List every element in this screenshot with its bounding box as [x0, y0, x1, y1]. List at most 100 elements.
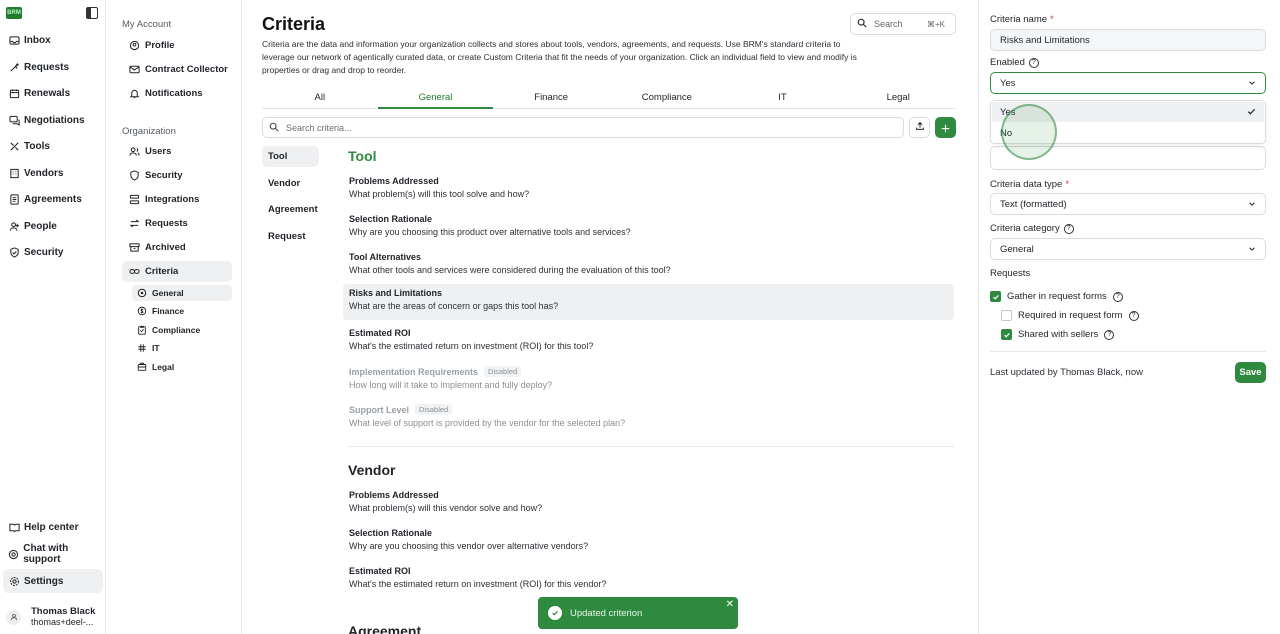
- nav-item-help-center[interactable]: Help center: [3, 515, 103, 539]
- nav-item-negotiations[interactable]: Negotiations: [3, 108, 103, 132]
- settings-item-profile[interactable]: Profile: [122, 35, 232, 56]
- field-value: Yes: [1000, 77, 1016, 89]
- category-vendor[interactable]: Vendor: [262, 173, 319, 194]
- criteria-name-field[interactable]: Risks and Limitations: [990, 29, 1266, 51]
- settings-item-contract-collector[interactable]: Contract Collector: [122, 59, 232, 80]
- tab-general[interactable]: General: [377, 89, 494, 109]
- criterion-row[interactable]: Selection Rationale Why are you choosing…: [343, 524, 954, 560]
- criteria-child-finance[interactable]: Finance: [132, 303, 232, 319]
- tab-it[interactable]: IT: [725, 89, 841, 108]
- shield-icon: [128, 170, 140, 182]
- building-icon: [8, 167, 20, 179]
- criterion-row-disabled[interactable]: Support Level Disabled What level of supp…: [343, 400, 954, 436]
- category-agreement[interactable]: Agreement: [262, 199, 319, 220]
- criterion-row[interactable]: Tool Alternatives What other tools and s…: [343, 248, 954, 284]
- tools-icon: [8, 140, 20, 152]
- global-search-label: Search: [874, 19, 903, 29]
- category-tool[interactable]: Tool: [262, 146, 319, 167]
- criteria-child-compliance[interactable]: Compliance: [132, 322, 232, 338]
- help-icon[interactable]: ?: [1112, 291, 1123, 302]
- criteria-child-it[interactable]: IT: [132, 340, 232, 356]
- chevron-down-icon: [1249, 247, 1255, 251]
- tab-all[interactable]: All: [262, 89, 378, 108]
- page-description: Criteria are the data and information yo…: [262, 39, 857, 75]
- criterion-description: What level of support is provided by the…: [349, 418, 626, 428]
- criterion-row[interactable]: Problems Addressed What problem(s) will …: [343, 172, 954, 208]
- checkbox-checked[interactable]: [1001, 329, 1012, 340]
- plus-icon: [941, 121, 950, 135]
- nav-item-settings[interactable]: Settings: [3, 569, 103, 593]
- settings-item-archived[interactable]: Archived: [122, 237, 232, 258]
- settings-item-integrations[interactable]: Integrations: [122, 189, 232, 210]
- criteria-child-general[interactable]: General: [132, 285, 232, 301]
- global-search-button[interactable]: Search ⌘+K: [850, 13, 956, 35]
- settings-sidebar: My Account Profile Contract Collector No…: [106, 0, 242, 634]
- criterion-row[interactable]: Estimated ROI What's the estimated retur…: [343, 562, 954, 598]
- settings-item-users[interactable]: Users: [122, 141, 232, 162]
- help-icon[interactable]: ?: [1063, 223, 1074, 234]
- nav-item-agreements[interactable]: Agreements: [3, 187, 103, 211]
- upload-button[interactable]: [909, 117, 930, 138]
- tab-compliance[interactable]: Compliance: [609, 89, 725, 108]
- help-icon[interactable]: ?: [1104, 329, 1115, 340]
- settings-item-requests[interactable]: Requests: [122, 213, 232, 234]
- support-icon: [8, 548, 19, 560]
- gather-in-forms-checkbox[interactable]: Gather in request forms?: [990, 291, 1123, 302]
- criterion-row[interactable]: Selection Rationale Why are you choosing…: [343, 210, 954, 246]
- enabled-select[interactable]: Yes: [990, 72, 1266, 94]
- settings-item-criteria[interactable]: Criteria: [122, 261, 232, 282]
- criterion-title: Implementation Requirements: [349, 366, 479, 377]
- nav-label: Security: [24, 246, 64, 258]
- criterion-description: Why are you choosing this vendor over al…: [349, 541, 589, 551]
- help-icon[interactable]: ?: [1128, 310, 1139, 321]
- category-select[interactable]: General: [990, 238, 1266, 260]
- chevron-down-icon: [1249, 202, 1255, 206]
- user-profile[interactable]: Thomas Black thomas+deel-...: [6, 606, 95, 628]
- document-icon: [8, 193, 20, 205]
- tab-finance[interactable]: Finance: [493, 89, 609, 108]
- nav-item-people[interactable]: People: [3, 214, 103, 238]
- settings-item-security[interactable]: Security: [122, 165, 232, 186]
- collapse-sidebar-icon[interactable]: [86, 7, 98, 19]
- people-icon: [8, 220, 20, 232]
- nav-label: Help center: [24, 521, 79, 533]
- criteria-child-legal[interactable]: Legal: [132, 359, 232, 375]
- criterion-row[interactable]: Estimated ROI What's the estimated retur…: [343, 324, 954, 360]
- gear-icon: [8, 575, 20, 587]
- category-request[interactable]: Request: [262, 226, 319, 247]
- search-placeholder: Search criteria...: [286, 122, 352, 133]
- nav-item-security[interactable]: Security: [3, 240, 103, 264]
- click-indicator: [1001, 104, 1057, 160]
- criterion-description: How long will it take to implement and f…: [349, 380, 553, 390]
- toast-message: Updated criterion: [570, 607, 643, 619]
- shield-icon: [8, 246, 20, 258]
- brm-logo[interactable]: BRM: [6, 7, 22, 19]
- required-in-form-checkbox[interactable]: Required in request form?: [1001, 310, 1139, 321]
- settings-item-label: Profile: [145, 40, 175, 51]
- nav-item-renewals[interactable]: Renewals: [3, 81, 103, 105]
- tab-legal[interactable]: Legal: [840, 89, 956, 108]
- save-button[interactable]: Save: [1235, 362, 1266, 383]
- settings-item-notifications[interactable]: Notifications: [122, 83, 232, 104]
- nav-item-inbox[interactable]: Inbox: [3, 28, 103, 52]
- data-type-select[interactable]: Text (formatted): [990, 193, 1266, 215]
- required-mark: *: [1065, 179, 1070, 190]
- criteria-search-input[interactable]: Search criteria...: [262, 117, 904, 138]
- criterion-row-disabled[interactable]: Implementation Requirements Disabled How …: [343, 362, 954, 398]
- settings-item-label: Requests: [145, 218, 188, 229]
- nav-item-vendors[interactable]: Vendors: [3, 161, 103, 185]
- add-criterion-button[interactable]: [935, 117, 956, 138]
- criterion-row-selected[interactable]: Risks and Limitations What are the areas…: [343, 284, 954, 320]
- field-value: Text (formatted): [1000, 198, 1067, 210]
- help-icon[interactable]: ?: [1028, 57, 1039, 68]
- close-icon[interactable]: ✕: [726, 599, 734, 610]
- checkbox-checked[interactable]: [990, 291, 1001, 302]
- nav-item-chat-support[interactable]: Chat with support: [3, 542, 103, 566]
- criterion-row[interactable]: Problems Addressed What problem(s) will …: [343, 486, 954, 522]
- nav-item-tools[interactable]: Tools: [3, 134, 103, 158]
- checkbox-unchecked[interactable]: [1001, 310, 1012, 321]
- toast-notification: Updated criterion ✕: [538, 597, 738, 629]
- section-title-vendor: Vendor: [348, 462, 396, 478]
- nav-item-requests[interactable]: Requests: [3, 55, 103, 79]
- shared-with-sellers-checkbox[interactable]: Shared with sellers?: [1001, 329, 1115, 340]
